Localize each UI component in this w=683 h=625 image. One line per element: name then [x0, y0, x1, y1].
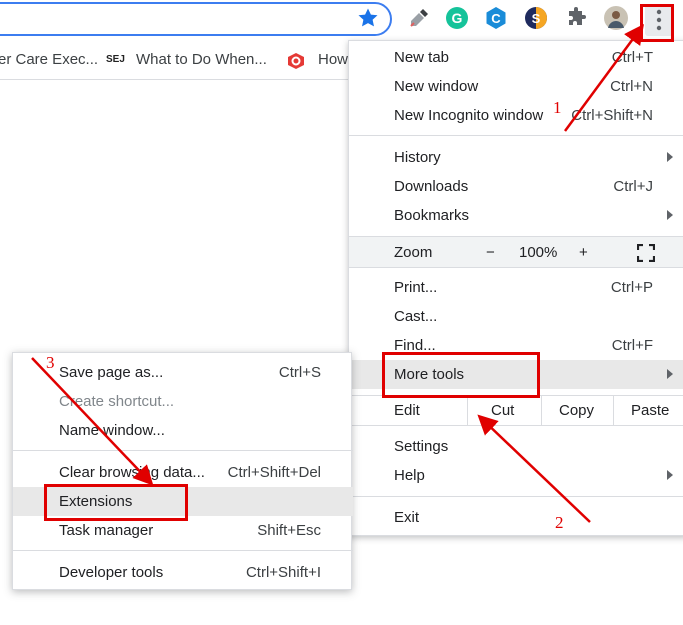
- menu-item-new-incognito[interactable]: New Incognito window Ctrl+Shift+N: [349, 101, 683, 130]
- edit-divider: [613, 396, 614, 425]
- svg-text:C: C: [491, 11, 501, 26]
- menu-label: Help: [394, 467, 425, 484]
- menu-label: New window: [394, 78, 479, 95]
- fullscreen-icon[interactable]: [637, 244, 655, 262]
- zoom-in-button[interactable]: +: [579, 244, 588, 261]
- edit-divider: [541, 396, 542, 425]
- grammarly-icon[interactable]: G: [445, 6, 469, 30]
- more-tools-submenu: Save page as... Ctrl+S Create shortcut..…: [12, 352, 353, 590]
- highlight-box-more-tools: [382, 352, 540, 398]
- highlight-box-menu-button: [640, 4, 674, 42]
- menu-divider: [13, 550, 353, 551]
- edit-divider: [467, 396, 468, 425]
- menu-shortcut: Ctrl+J: [613, 178, 653, 195]
- edit-row: Edit Cut Copy Paste: [349, 396, 683, 425]
- step-number-2: 2: [555, 513, 564, 532]
- menu-item-downloads[interactable]: Downloads Ctrl+J: [349, 172, 683, 201]
- submenu-item-save-page[interactable]: Save page as... Ctrl+S: [13, 358, 353, 387]
- paste-button[interactable]: Paste: [631, 402, 669, 419]
- submenu-item-create-shortcut: Create shortcut...: [13, 387, 353, 416]
- menu-item-new-tab[interactable]: New tab Ctrl+T: [349, 43, 683, 72]
- zoom-label: Zoom: [394, 244, 433, 261]
- copy-button[interactable]: Copy: [559, 402, 594, 419]
- menu-item-help[interactable]: Help: [349, 461, 683, 490]
- highlight-box-extensions: [44, 484, 188, 521]
- menu-label: Exit: [394, 509, 420, 526]
- puzzle-icon[interactable]: [565, 6, 589, 30]
- star-icon[interactable]: [356, 6, 380, 30]
- address-bar[interactable]: [0, 2, 392, 36]
- svg-text:S: S: [532, 11, 541, 26]
- menu-shortcut: Ctrl+Shift+I: [245, 564, 321, 581]
- menu-divider: [13, 450, 353, 451]
- menu-label: Create shortcut...: [59, 393, 175, 410]
- menu-label: Print...: [394, 279, 438, 296]
- step-number-3: 3: [46, 353, 55, 372]
- menu-label: Cast...: [394, 308, 438, 325]
- avatar[interactable]: [604, 6, 628, 30]
- chevron-right-icon: [667, 152, 673, 162]
- menu-item-print[interactable]: Print... Ctrl+P: [349, 273, 683, 302]
- submenu-item-developer-tools[interactable]: Developer tools Ctrl+Shift+I: [13, 558, 353, 587]
- menu-divider: [349, 496, 683, 497]
- menu-item-bookmarks[interactable]: Bookmarks: [349, 201, 683, 230]
- menu-shortcut: Ctrl+S: [278, 364, 321, 381]
- menu-divider: [349, 135, 683, 136]
- c-extension-icon[interactable]: C: [484, 6, 508, 30]
- cut-button[interactable]: Cut: [491, 402, 514, 419]
- red-c-icon: [288, 53, 304, 69]
- menu-label: Settings: [394, 438, 449, 455]
- menu-shortcut: Shift+Esc: [257, 522, 321, 539]
- edit-label: Edit: [394, 402, 420, 419]
- menu-shortcut: Ctrl+N: [610, 78, 653, 95]
- chevron-right-icon: [667, 210, 673, 220]
- menu-divider: [349, 425, 683, 426]
- submenu-item-name-window[interactable]: Name window...: [13, 416, 353, 445]
- menu-item-history[interactable]: History: [349, 143, 683, 172]
- menu-item-exit[interactable]: Exit: [349, 503, 683, 532]
- browser-toolbar: G C S: [0, 0, 683, 40]
- menu-shortcut: Ctrl+Shift+N: [571, 107, 653, 124]
- sej-icon: SEJ: [106, 54, 125, 65]
- menu-item-new-window[interactable]: New window Ctrl+N: [349, 72, 683, 101]
- menu-label: Developer tools: [59, 564, 164, 581]
- chevron-right-icon: [667, 369, 673, 379]
- menu-shortcut: Ctrl+F: [611, 337, 653, 354]
- bookmark-item-3[interactable]: How: [318, 40, 348, 80]
- menu-label: Clear browsing data...: [59, 464, 205, 481]
- menu-label: Save page as...: [59, 364, 164, 381]
- menu-label: Downloads: [394, 178, 469, 195]
- chevron-right-icon: [667, 470, 673, 480]
- bookmark-item-1[interactable]: er Care Exec...: [0, 40, 98, 80]
- menu-shortcut: Ctrl+P: [610, 279, 653, 296]
- zoom-out-button[interactable]: −: [486, 244, 495, 261]
- menu-label: Name window...: [59, 422, 165, 439]
- menu-label: Task manager: [59, 522, 154, 539]
- eyedropper-icon[interactable]: [407, 6, 431, 30]
- menu-label: New Incognito window: [394, 107, 544, 124]
- bookmark-item-2[interactable]: What to Do When...: [136, 40, 267, 80]
- chrome-main-menu: New tab Ctrl+T New window Ctrl+N New Inc…: [348, 40, 683, 536]
- menu-label: History: [394, 149, 441, 166]
- menu-label: New tab: [394, 49, 450, 66]
- menu-item-settings[interactable]: Settings: [349, 432, 683, 461]
- s-extension-icon[interactable]: S: [524, 6, 548, 30]
- svg-text:G: G: [452, 10, 463, 26]
- menu-item-cast[interactable]: Cast...: [349, 302, 683, 331]
- step-number-1: 1: [553, 98, 562, 117]
- menu-label: Bookmarks: [394, 207, 470, 224]
- menu-shortcut: Ctrl+Shift+Del: [227, 464, 321, 481]
- submenu-item-clear-browsing-data[interactable]: Clear browsing data... Ctrl+Shift+Del: [13, 458, 353, 487]
- zoom-row: Zoom − 100% +: [349, 236, 683, 268]
- zoom-level: 100%: [519, 244, 558, 261]
- menu-shortcut: Ctrl+T: [611, 49, 653, 66]
